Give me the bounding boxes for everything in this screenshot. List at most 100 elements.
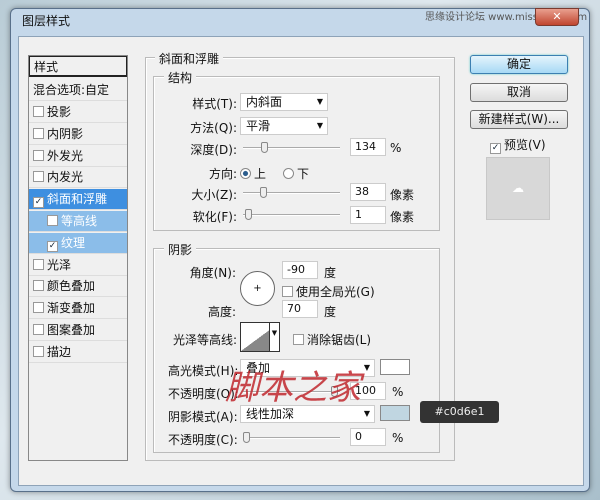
- blend-options-label: 混合选项:自定: [33, 83, 110, 97]
- item-label: 内阴影: [47, 126, 84, 141]
- shadow-opacity-input[interactable]: 0: [350, 428, 386, 446]
- angle-input[interactable]: -90: [282, 261, 318, 279]
- item-label: 描边: [47, 344, 72, 359]
- sidebar-item[interactable]: 内发光: [29, 167, 127, 189]
- item-label: 外发光: [47, 148, 84, 163]
- percent-unit: %: [392, 385, 404, 399]
- angle-dial[interactable]: +: [240, 271, 275, 306]
- slider-handle[interactable]: [261, 142, 268, 153]
- structure-title: 结构: [164, 69, 197, 86]
- preview-thumbnail: ☁: [486, 157, 550, 220]
- checkbox[interactable]: [33, 258, 44, 270]
- angle-label: 角度(N):: [189, 266, 236, 280]
- item-label: 斜面和浮雕: [47, 192, 108, 207]
- style-label: 样式(T):: [192, 97, 237, 111]
- checkbox[interactable]: [33, 106, 44, 117]
- soften-label: 软化(F):: [192, 210, 237, 224]
- sidebar-item[interactable]: 颜色叠加: [29, 276, 127, 298]
- soften-slider[interactable]: [243, 209, 340, 220]
- size-input[interactable]: 38: [350, 183, 386, 201]
- gloss-contour-picker[interactable]: ▼: [240, 322, 280, 352]
- size-slider[interactable]: [243, 187, 340, 198]
- slider-handle[interactable]: [260, 187, 267, 198]
- item-label: 光泽: [47, 257, 72, 272]
- close-icon: ✕: [552, 10, 562, 23]
- percent-unit: %: [392, 431, 404, 445]
- sidebar-item[interactable]: 等高线: [29, 211, 127, 232]
- checkbox[interactable]: [33, 127, 44, 139]
- altitude-input[interactable]: 70: [282, 300, 318, 318]
- styles-header: 样式: [29, 56, 127, 77]
- checkbox[interactable]: [33, 345, 44, 357]
- direction-label: 方向:: [208, 167, 237, 181]
- dropdown-arrow-icon: ▼: [316, 97, 323, 106]
- slider-handle[interactable]: [243, 432, 250, 443]
- preview-checkbox[interactable]: ✓ 预览(V): [490, 136, 546, 154]
- styles-list: 样式 混合选项:自定 投影 内阴影 外发光 内发光 ✓ 斜面和浮雕 等高线 ✓ 纹理 光泽 颜色叠加 渐变…: [28, 55, 128, 461]
- checkbox[interactable]: [33, 324, 44, 335]
- sidebar-item[interactable]: 渐变叠加: [29, 298, 127, 320]
- item-label: 内发光: [47, 170, 84, 185]
- bevel-title: 斜面和浮雕: [155, 50, 224, 67]
- angle-unit: 度: [324, 266, 337, 280]
- cancel-button[interactable]: 取消: [470, 83, 568, 102]
- dropdown-arrow-icon: ▼: [363, 363, 370, 372]
- slider-handle[interactable]: [245, 209, 252, 220]
- shading-title: 阴影: [164, 241, 197, 258]
- soften-unit: 像素: [390, 210, 415, 224]
- antialias-checkbox[interactable]: 消除锯齿(L): [293, 331, 371, 348]
- shadow-color-swatch[interactable]: [380, 405, 410, 421]
- sidebar-item[interactable]: ✓ 纹理: [29, 232, 127, 254]
- watermark-logo: 脚本之家: [225, 368, 361, 408]
- dropdown-arrow-icon: ▼: [363, 409, 370, 418]
- direction-up-radio[interactable]: 上: [240, 165, 266, 182]
- sidebar-item[interactable]: 内阴影: [29, 124, 127, 145]
- item-label: 颜色叠加: [47, 279, 96, 294]
- dropdown-arrow-icon: ▼: [316, 121, 323, 130]
- checkbox[interactable]: [33, 280, 44, 292]
- checkbox[interactable]: [33, 302, 44, 314]
- sidebar-item[interactable]: 图案叠加: [29, 320, 127, 341]
- checkbox[interactable]: ✓: [33, 197, 44, 209]
- size-label: 大小(Z):: [191, 188, 237, 202]
- checkbox[interactable]: ✓: [47, 240, 58, 252]
- close-button[interactable]: ✕: [535, 8, 579, 26]
- depth-input[interactable]: 134: [350, 138, 386, 156]
- color-tooltip: #c0d6e1: [420, 401, 499, 423]
- highlight-color-swatch[interactable]: [380, 359, 410, 375]
- technique-select[interactable]: 平滑 ▼: [240, 117, 328, 135]
- soften-input[interactable]: 1: [350, 206, 386, 224]
- item-label: 图案叠加: [47, 323, 96, 337]
- list-header-label: 样式: [34, 60, 59, 74]
- checkbox[interactable]: [47, 215, 58, 226]
- size-unit: 像素: [390, 188, 415, 202]
- style-select[interactable]: 内斜面 ▼: [240, 93, 328, 111]
- dialog-title: 图层样式: [22, 14, 71, 28]
- sidebar-item[interactable]: 光泽: [29, 255, 127, 276]
- shadow-opacity-label: 不透明度(C):: [168, 433, 238, 447]
- sidebar-item[interactable]: 外发光: [29, 146, 127, 167]
- checkbox[interactable]: [33, 149, 44, 161]
- sidebar-item[interactable]: 投影: [29, 102, 127, 123]
- item-label: 投影: [47, 105, 72, 119]
- direction-down-radio[interactable]: 下: [283, 165, 309, 182]
- dropdown-arrow-icon: ▼: [269, 323, 279, 351]
- sidebar-item[interactable]: ✓ 斜面和浮雕: [29, 189, 127, 211]
- global-light-checkbox[interactable]: 使用全局光(G): [282, 283, 375, 300]
- ok-button[interactable]: 确定: [470, 55, 568, 74]
- shadow-opacity-slider[interactable]: [243, 432, 340, 443]
- item-label: 渐变叠加: [47, 301, 96, 316]
- item-label: 等高线: [61, 214, 98, 228]
- depth-label: 深度(D):: [190, 143, 237, 157]
- blend-options-item[interactable]: 混合选项:自定: [29, 80, 127, 101]
- depth-slider[interactable]: [243, 142, 340, 153]
- gloss-contour-label: 光泽等高线:: [172, 333, 237, 347]
- shadow-mode-label: 阴影模式(A):: [168, 410, 238, 424]
- checkbox[interactable]: [33, 171, 44, 183]
- depth-unit: %: [390, 141, 402, 155]
- item-label: 纹理: [61, 235, 86, 250]
- altitude-label: 高度:: [207, 305, 236, 319]
- altitude-unit: 度: [324, 305, 337, 319]
- new-style-button[interactable]: 新建样式(W)...: [470, 110, 568, 129]
- sidebar-item[interactable]: 描边: [29, 342, 127, 363]
